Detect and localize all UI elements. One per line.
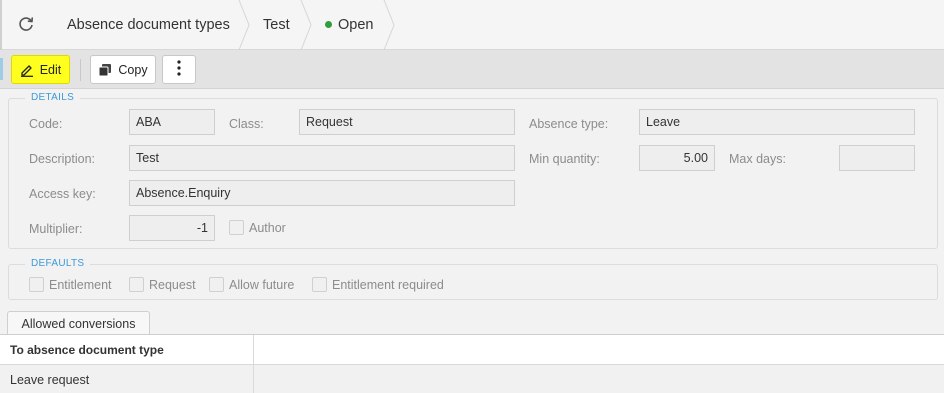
status-label: Open (338, 17, 374, 33)
entitlement-required-label: Entitlement required (332, 277, 444, 292)
details-legend: DETAILS (25, 92, 81, 103)
description-field[interactable]: Test (129, 145, 515, 171)
breadcrumb-separator (383, 0, 395, 50)
checkbox-box (29, 277, 44, 292)
breadcrumb-separator (300, 0, 312, 50)
toolbar: Edit Copy (0, 50, 944, 89)
entitlement-label: Entitlement (49, 277, 112, 292)
checkbox-box (129, 277, 144, 292)
breadcrumb-label: Absence document types (67, 17, 230, 33)
access-key-label: Access key: (29, 187, 96, 201)
defaults-legend: DEFAULTS (25, 258, 91, 269)
multiplier-value: -1 (196, 221, 208, 235)
allow-future-label: Allow future (229, 277, 295, 292)
tab-label: Allowed conversions (21, 316, 136, 331)
refresh-icon (17, 15, 35, 36)
min-quantity-value: 5.00 (683, 151, 708, 165)
copy-icon (98, 63, 112, 77)
more-options-button[interactable] (162, 55, 196, 84)
breadcrumb-label: Test (263, 17, 290, 33)
allow-future-checkbox[interactable]: Allow future (209, 277, 294, 292)
copy-button[interactable]: Copy (90, 55, 156, 84)
breadcrumb-item-test[interactable]: Test (263, 0, 290, 50)
max-days-label: Max days: (729, 152, 786, 166)
toolbar-divider (80, 59, 81, 81)
min-quantity-field[interactable]: 5.00 (639, 145, 715, 171)
checkbox-box (312, 277, 327, 292)
table-cell-value: Leave request (10, 372, 90, 387)
description-label: Description: (29, 152, 95, 166)
class-field[interactable]: Request (299, 109, 515, 135)
access-key-field[interactable]: Absence.Enquiry (129, 180, 515, 206)
description-value: Test (136, 151, 159, 165)
multiplier-field[interactable]: -1 (129, 215, 215, 241)
edit-button[interactable]: Edit (11, 55, 70, 84)
tab-allowed-conversions[interactable]: Allowed conversions (7, 311, 150, 335)
checkbox-box (209, 277, 224, 292)
code-field[interactable]: ABA (129, 109, 215, 135)
min-quantity-label: Min quantity: (529, 152, 600, 166)
class-value: Request (306, 115, 353, 129)
entitlement-required-checkbox[interactable]: Entitlement required (312, 277, 444, 292)
column-header-label: To absence document type (10, 343, 164, 357)
toolbar-marker (0, 58, 3, 80)
checkbox-box (229, 220, 244, 235)
request-checkbox[interactable]: Request (129, 277, 196, 292)
entitlement-checkbox[interactable]: Entitlement (29, 277, 112, 292)
author-label: Author (249, 220, 286, 235)
author-checkbox[interactable]: Author (229, 220, 286, 235)
code-value: ABA (136, 115, 162, 129)
multiplier-label: Multiplier: (29, 222, 83, 236)
breadcrumb-item-absence-document-types[interactable]: Absence document types (67, 0, 230, 50)
grid-header-row: To absence document type (0, 335, 944, 365)
edit-button-label: Edit (39, 62, 62, 77)
pencil-icon (20, 63, 34, 77)
request-label: Request (149, 277, 196, 292)
refresh-button[interactable] (10, 9, 42, 41)
copy-button-label: Copy (118, 62, 148, 77)
class-label: Class: (229, 117, 264, 131)
breadcrumb-separator (238, 0, 250, 50)
access-key-value: Absence.Enquiry (136, 186, 231, 200)
more-vertical-icon (177, 60, 181, 79)
status-dot-icon (325, 20, 332, 28)
table-cell[interactable]: Leave request (0, 365, 254, 393)
code-label: Code: (29, 117, 63, 131)
status-badge: Open (325, 0, 373, 50)
allowed-conversions-grid: To absence document type Leave request (0, 334, 944, 393)
column-header-to-absence-document-type[interactable]: To absence document type (0, 335, 254, 365)
table-row[interactable]: Leave request (0, 365, 944, 393)
header-accent (0, 0, 2, 50)
max-days-field[interactable] (839, 145, 915, 171)
header-bar: Absence document types Test Open (0, 0, 944, 50)
absence-type-value: Leave (646, 115, 681, 129)
absence-type-label: Absence type: (529, 117, 609, 131)
absence-type-field[interactable]: Leave (639, 109, 915, 135)
